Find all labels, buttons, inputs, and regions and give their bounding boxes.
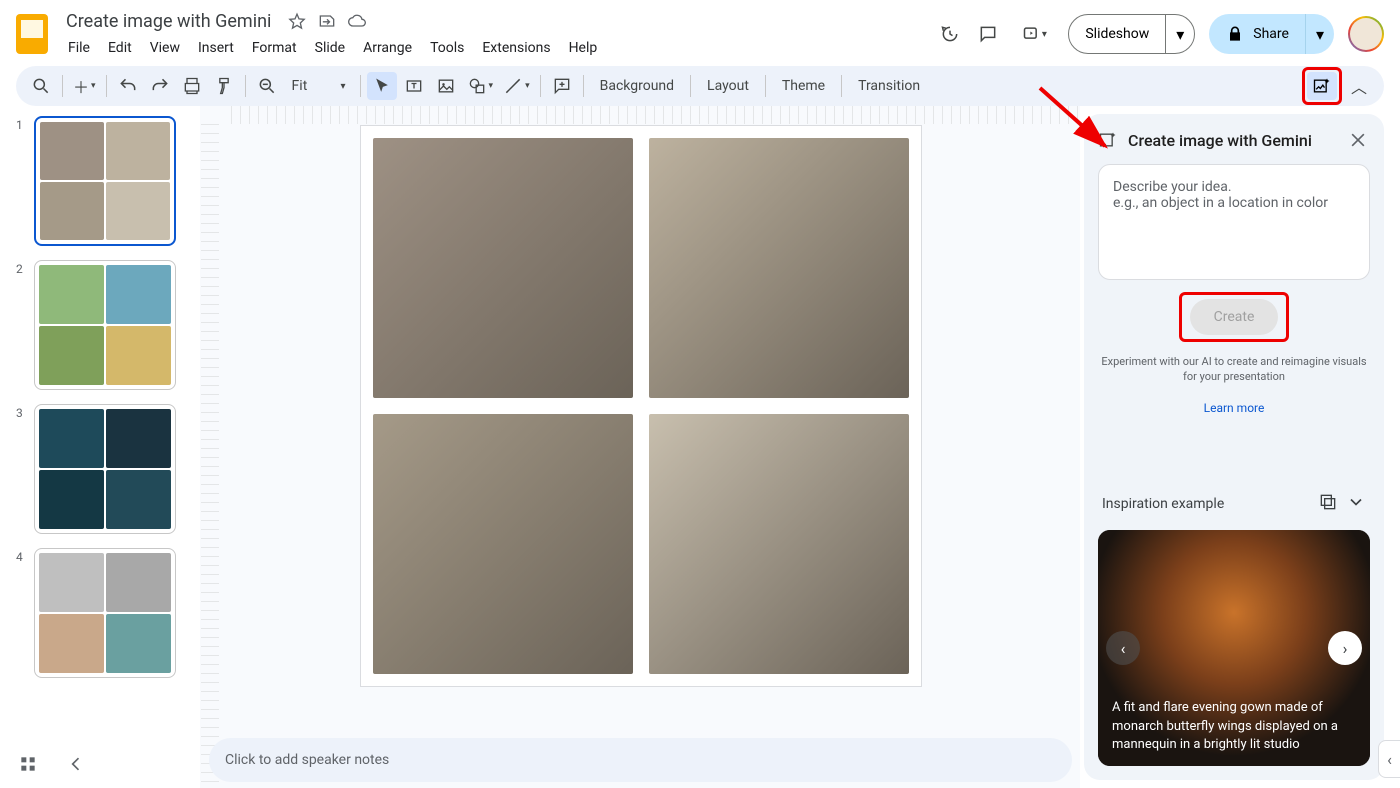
zoom-icon[interactable] [252,72,282,100]
share-label: Share [1253,26,1289,42]
theme-button[interactable]: Theme [772,78,835,94]
paint-format-icon[interactable] [209,72,239,100]
panel-help-text: Experiment with our AI to create and rei… [1098,354,1370,385]
thumbnail-panel: 1 2 3 4 [0,106,200,788]
slides-logo[interactable] [16,14,48,54]
gemini-panel: Create image with Gemini Describe your i… [1084,114,1384,780]
prompt-placeholder-line2: e.g., an object in a location in color [1113,195,1355,211]
inspiration-prev[interactable]: ‹ [1106,631,1140,665]
gemini-button-highlight [1302,67,1342,105]
menu-view[interactable]: View [142,36,188,60]
zoom-select[interactable]: Fit▾ [284,78,354,94]
present-icon[interactable]: ▾ [1014,22,1054,46]
comments-icon[interactable] [976,22,1000,46]
speaker-notes[interactable]: Click to add speaker notes [209,738,1072,782]
collapse-icon[interactable]: ︿ [1344,72,1374,100]
document-title[interactable]: Create image with Gemini [60,9,277,34]
gemini-image-button[interactable] [1307,72,1337,100]
select-tool-icon[interactable] [367,72,397,100]
slideshow-label: Slideshow [1069,15,1165,53]
menubar: FileEditViewInsertFormatSlideArrangeTool… [60,36,605,60]
menu-insert[interactable]: Insert [190,36,242,60]
lock-icon [1225,24,1245,44]
slide-thumbnail[interactable] [34,260,176,390]
slideshow-caret[interactable]: ▾ [1165,15,1194,53]
menu-help[interactable]: Help [561,36,606,60]
menu-edit[interactable]: Edit [100,36,140,60]
slideshow-button[interactable]: Slideshow ▾ [1068,14,1195,54]
thumb-number: 4 [16,548,26,678]
menu-format[interactable]: Format [244,36,305,60]
close-icon[interactable] [1346,128,1370,152]
print-icon[interactable] [177,72,207,100]
menu-extensions[interactable]: Extensions [474,36,558,60]
ruler-vertical [201,124,219,788]
account-avatar[interactable] [1348,16,1384,52]
slide-image[interactable] [649,138,909,398]
canvas-area[interactable]: Click to add speaker notes [200,106,1080,788]
thumb-number: 3 [16,404,26,534]
prompt-input[interactable]: Describe your idea. e.g., an object in a… [1098,164,1370,280]
create-button[interactable]: Create [1190,299,1279,335]
new-slide-button[interactable]: ＋▾ [69,72,100,100]
copy-icon[interactable] [1318,492,1338,516]
learn-more-link[interactable]: Learn more [1098,401,1370,415]
thumb-number: 2 [16,260,26,390]
menu-file[interactable]: File [60,36,98,60]
star-icon[interactable] [287,11,307,31]
ruler-horizontal [231,106,1080,124]
chevron-left-icon[interactable] [64,752,88,776]
prompt-placeholder-line1: Describe your idea. [1113,179,1355,195]
share-button[interactable]: Share ▾ [1209,14,1334,54]
slide-image[interactable] [649,414,909,674]
slide-canvas[interactable] [361,126,921,686]
slide-thumbnail[interactable] [34,404,176,534]
menu-arrange[interactable]: Arrange [355,36,420,60]
comment-add-icon[interactable] [547,72,577,100]
inspiration-next[interactable]: › [1328,631,1362,665]
create-button-highlight: Create [1179,292,1290,342]
inspiration-card[interactable]: ‹ › A fit and flare evening gown made of… [1098,530,1370,766]
inspiration-text: A fit and flare evening gown made of mon… [1112,699,1356,754]
slide-image[interactable] [373,138,633,398]
cloud-icon[interactable] [347,11,367,31]
layout-button[interactable]: Layout [697,78,759,94]
menu-slide[interactable]: Slide [307,36,353,60]
thumb-number: 1 [16,116,26,246]
background-button[interactable]: Background [590,78,684,94]
slide-image[interactable] [373,414,633,674]
history-icon[interactable] [938,22,962,46]
panel-title: Create image with Gemini [1128,131,1336,150]
toolbar: ＋▾ Fit▾ ▾ ▾ Background Layout Theme Tran… [16,66,1384,106]
chevron-down-icon[interactable] [1346,492,1366,516]
side-panel-toggle[interactable]: ‹ [1378,740,1400,778]
image-icon[interactable] [431,72,461,100]
gemini-panel-icon [1098,130,1118,150]
slide-thumbnail[interactable] [34,548,176,678]
line-icon[interactable]: ▾ [499,72,534,100]
move-icon[interactable] [317,11,337,31]
textbox-icon[interactable] [399,72,429,100]
redo-icon[interactable] [145,72,175,100]
grid-view-icon[interactable] [16,752,40,776]
search-icon[interactable] [26,72,56,100]
menu-tools[interactable]: Tools [422,36,472,60]
inspiration-title: Inspiration example [1102,496,1224,512]
share-caret[interactable]: ▾ [1305,14,1334,54]
undo-icon[interactable] [113,72,143,100]
transition-button[interactable]: Transition [848,78,930,94]
slide-thumbnail[interactable] [34,116,176,246]
shape-icon[interactable]: ▾ [463,72,498,100]
